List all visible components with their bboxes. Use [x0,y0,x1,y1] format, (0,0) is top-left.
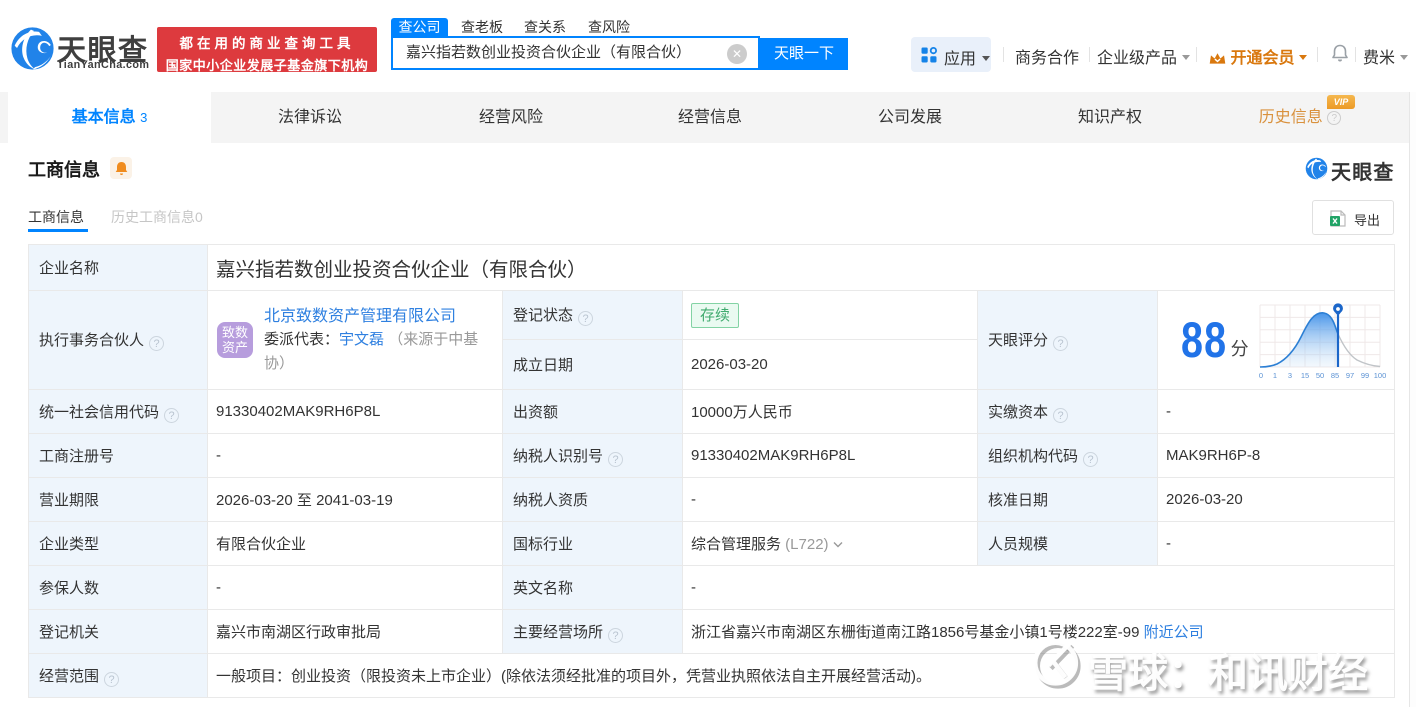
svg-text:1: 1 [1273,371,1277,380]
svg-text:3: 3 [1288,371,1292,380]
svg-text:0: 0 [1259,371,1263,380]
svg-text:100: 100 [1374,371,1387,380]
svg-text:15: 15 [1301,371,1309,380]
svg-text:50: 50 [1316,371,1324,380]
svg-text:97: 97 [1346,371,1354,380]
svg-text:85: 85 [1331,371,1339,380]
svg-text:99: 99 [1361,371,1369,380]
